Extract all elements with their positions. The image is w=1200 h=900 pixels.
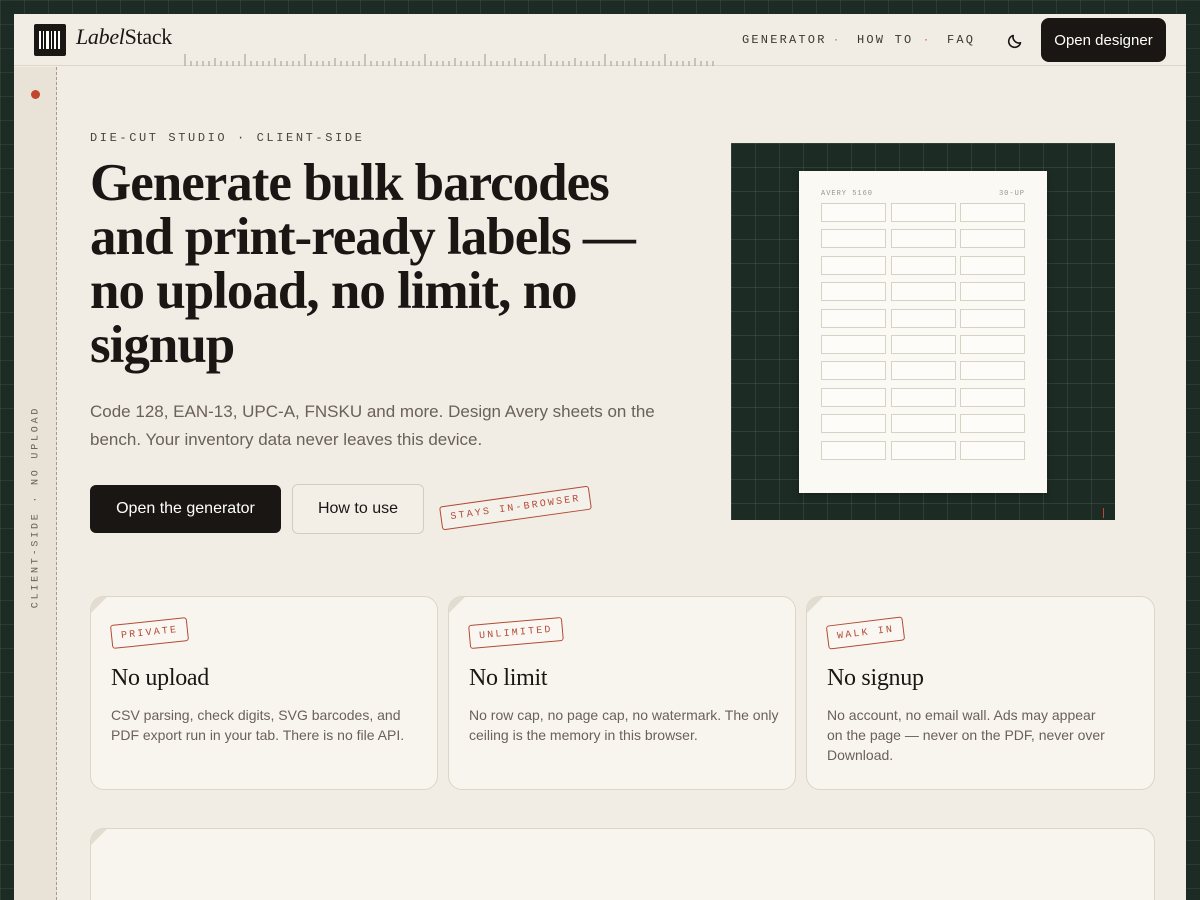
label-cell <box>890 229 956 249</box>
private-stamp: PRIVATE <box>109 617 190 649</box>
label-cell <box>890 387 956 407</box>
label-cell <box>821 414 886 434</box>
feature-body: CSV parsing, check digits, SVG barcodes,… <box>111 707 405 743</box>
brand-wordmark[interactable]: LabelStack <box>76 24 172 50</box>
label-cell <box>821 203 886 222</box>
label-cell <box>821 387 886 407</box>
label-cell <box>890 335 956 354</box>
rail-caption: CLIENT-SIDE · NO UPLOAD <box>30 405 42 609</box>
left-rail: CLIENT-SIDE · NO UPLOAD <box>14 67 57 900</box>
open-designer-button[interactable]: Open designer <box>1041 18 1166 62</box>
sheet-layout: 30-UP <box>998 190 1025 198</box>
nav-separator: · <box>834 32 838 46</box>
nav-link-generator[interactable]: GENERATOR <box>742 33 827 47</box>
label-cell <box>821 308 886 328</box>
label-cell <box>960 414 1025 434</box>
next-section-card <box>90 828 1155 900</box>
label-cell <box>890 414 956 434</box>
label-cell <box>960 255 1025 275</box>
label-cell <box>821 282 886 302</box>
hero-headline: Generate bulk barcodes and print-ready l… <box>90 154 636 374</box>
label-cell <box>890 440 956 460</box>
brand-name-regular: Stack <box>124 24 173 49</box>
label-cell <box>890 282 956 302</box>
hero-eyebrow: DIE-CUT STUDIO · CLIENT-SIDE <box>90 131 365 145</box>
sheet-name: AVERY 5160 <box>821 190 874 198</box>
label-cell <box>821 229 886 249</box>
label-cell <box>821 361 886 381</box>
open-generator-button[interactable]: Open the generator <box>90 485 281 533</box>
label-cell <box>960 440 1025 460</box>
page-frame: LabelStack GENERATOR · HOW TO · FAQ Open… <box>14 14 1186 900</box>
label-cell <box>960 361 1025 381</box>
ruler-decoration <box>184 54 714 66</box>
feature-title: No signup <box>827 665 924 691</box>
brand-name-italic: Label <box>76 24 125 49</box>
feature-card-no-signup: WALK IN No signup No account, no email w… <box>806 596 1155 790</box>
label-cell <box>890 203 956 222</box>
label-cell <box>960 308 1025 328</box>
unlimited-stamp: UNLIMITED <box>468 616 564 650</box>
label-cell <box>821 335 886 354</box>
top-bar: LabelStack GENERATOR · HOW TO · FAQ Open… <box>14 14 1186 66</box>
feature-body: No row cap, no page cap, no watermark. T… <box>469 707 779 743</box>
label-cell <box>960 387 1025 407</box>
label-cell <box>960 203 1025 222</box>
barcode-logo-icon[interactable] <box>34 24 66 56</box>
hero-lede: Code 128, EAN-13, UPC-A, FNSKU and more.… <box>90 402 655 449</box>
label-cell <box>960 335 1025 354</box>
how-to-use-button[interactable]: How to use <box>292 484 424 534</box>
corner-tick <box>1103 508 1104 518</box>
label-sheet-preview: AVERY 5160 30-UP <box>799 171 1047 493</box>
feature-title: No upload <box>111 665 209 691</box>
moon-icon[interactable] <box>1006 30 1026 50</box>
stays-in-browser-stamp: STAYS IN-BROWSER <box>439 485 593 531</box>
label-cell <box>890 361 956 381</box>
nav-link-how-to[interactable]: HOW TO <box>857 33 913 47</box>
label-cell <box>821 255 886 275</box>
nav-separator: · <box>924 32 928 46</box>
label-cell <box>960 229 1025 249</box>
label-cell <box>890 308 956 328</box>
label-cell <box>821 440 886 460</box>
feature-card-no-upload: PRIVATE No upload CSV parsing, check dig… <box>90 596 438 790</box>
feature-title: No limit <box>469 665 548 691</box>
feature-body: No account, no email wall. Ads may appea… <box>827 707 1105 763</box>
sheet-preview-board: AVERY 5160 30-UP <box>731 143 1115 520</box>
feature-card-no-limit: UNLIMITED No limit No row cap, no page c… <box>448 596 796 790</box>
status-dot <box>31 90 40 99</box>
walk-in-stamp: WALK IN <box>825 616 906 650</box>
nav-link-faq[interactable]: FAQ <box>947 33 975 47</box>
label-cell <box>960 282 1025 302</box>
label-cell <box>890 255 956 275</box>
